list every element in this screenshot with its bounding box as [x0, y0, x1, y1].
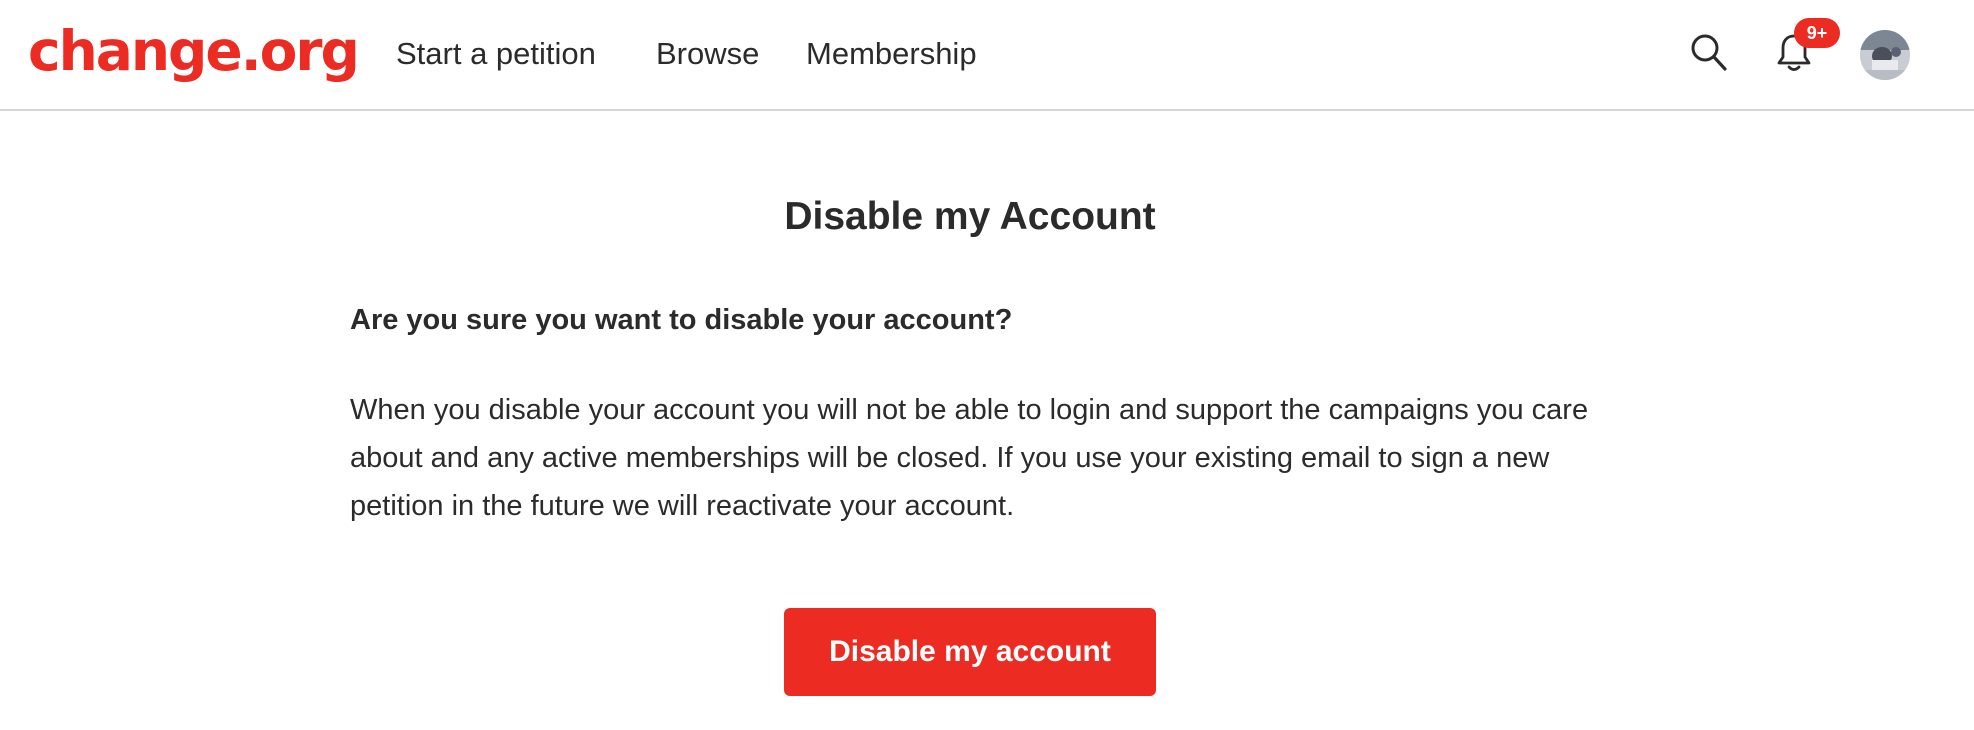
user-avatar[interactable]: [1860, 30, 1910, 80]
nav-membership[interactable]: Membership: [806, 32, 977, 76]
disable-account-button[interactable]: Disable my account: [784, 608, 1156, 696]
nav-browse[interactable]: Browse: [656, 32, 759, 76]
page-title: Disable my Account: [784, 195, 1156, 238]
avatar-photo: [1860, 30, 1910, 80]
confirmation-question: Are you sure you want to disable your ac…: [350, 304, 1013, 336]
search-icon: [1691, 34, 1727, 71]
disable-account-description: When you disable your account you will n…: [350, 394, 1589, 522]
nav-start-a-petition[interactable]: Start a petition: [396, 32, 596, 76]
change-org-logo[interactable]: change.org: [28, 14, 360, 88]
notification-count-badge: 9+: [1794, 18, 1840, 48]
search-button[interactable]: [1688, 30, 1730, 76]
top-header: change.org Start a petition Browse Membe…: [0, 0, 1974, 111]
